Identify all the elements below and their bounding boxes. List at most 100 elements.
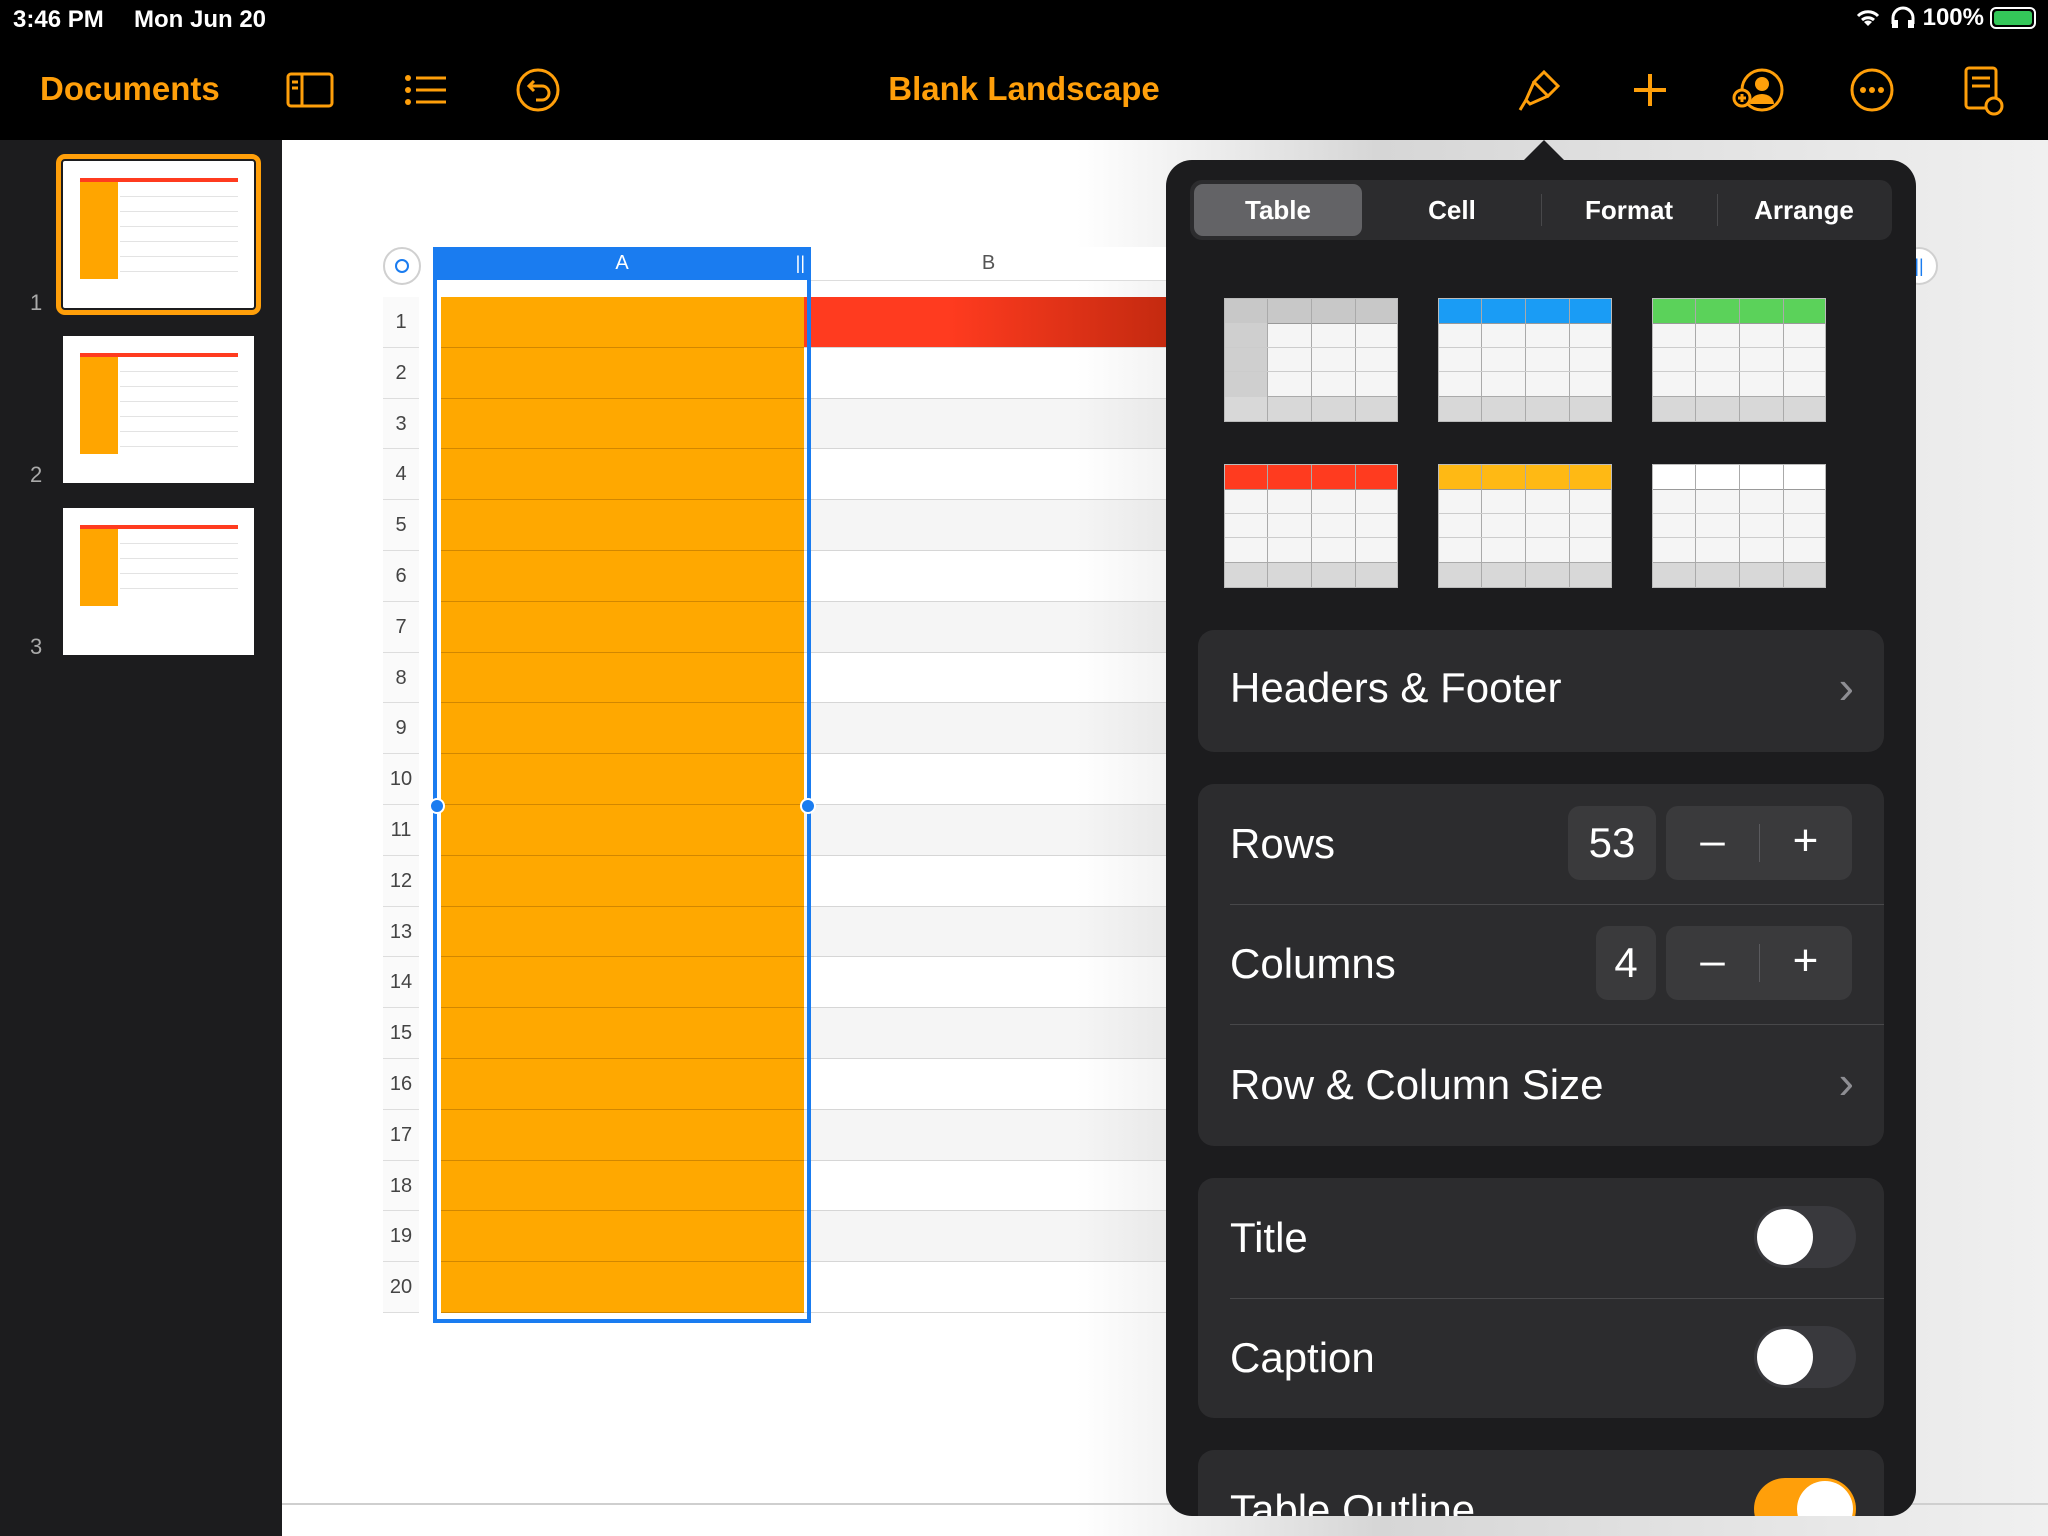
table-cell[interactable] <box>441 652 804 704</box>
table-style-blue[interactable] <box>1438 298 1612 422</box>
table-cell[interactable] <box>804 1262 1166 1313</box>
row-header[interactable]: 17 <box>383 1109 419 1161</box>
table-cell[interactable] <box>441 1160 804 1212</box>
rows-increment-button[interactable]: + <box>1759 806 1852 880</box>
headers-footer-row[interactable]: Headers & Footer › <box>1198 630 1884 752</box>
table-style-yellow[interactable] <box>1438 464 1612 588</box>
table-cell[interactable] <box>441 703 804 755</box>
tab-arrange[interactable]: Arrange <box>1718 184 1890 236</box>
table-cell[interactable] <box>441 1109 804 1161</box>
tab-cell[interactable]: Cell <box>1366 184 1538 236</box>
table-cell[interactable] <box>804 1161 1166 1212</box>
row-header[interactable]: 20 <box>383 1262 419 1313</box>
table-cell[interactable] <box>441 1059 804 1110</box>
table-cell[interactable] <box>804 601 1166 653</box>
tab-table[interactable]: Table <box>1194 184 1362 236</box>
selection-handle-right[interactable] <box>800 798 816 814</box>
table-cell[interactable] <box>441 957 804 1009</box>
table-cell[interactable] <box>804 856 1166 907</box>
column-header-b[interactable]: B <box>811 247 1166 281</box>
table-cell[interactable] <box>441 551 804 602</box>
table-cell[interactable] <box>804 1008 1166 1059</box>
table-style-gray[interactable] <box>1224 298 1398 422</box>
table-cell[interactable] <box>804 805 1166 856</box>
table-cell[interactable] <box>441 297 804 348</box>
more-icon[interactable] <box>1844 62 1900 118</box>
row-column-size-row[interactable]: Row & Column Size › <box>1198 1025 1884 1146</box>
title-toggle[interactable] <box>1754 1206 1856 1268</box>
row-header[interactable]: 2 <box>383 347 419 399</box>
rows-value[interactable]: 53 <box>1568 806 1656 880</box>
row-header[interactable]: 18 <box>383 1160 419 1212</box>
row-header[interactable]: 13 <box>383 906 419 958</box>
table-cell[interactable] <box>441 1008 804 1059</box>
table-cell[interactable] <box>441 449 804 501</box>
undo-icon[interactable] <box>510 62 566 118</box>
table-cell[interactable] <box>441 855 804 907</box>
row-header[interactable]: 4 <box>383 449 419 501</box>
tab-format[interactable]: Format <box>1542 184 1716 236</box>
row-header[interactable]: 15 <box>383 1008 419 1059</box>
documents-button[interactable]: Documents <box>40 70 220 108</box>
document-options-icon[interactable] <box>1954 62 2010 118</box>
row-header[interactable]: 8 <box>383 652 419 704</box>
plus-icon[interactable] <box>1622 62 1678 118</box>
slide-thumbnail-2[interactable] <box>63 336 254 483</box>
table-cell[interactable] <box>804 1211 1166 1263</box>
table-cell[interactable] <box>441 500 804 551</box>
row-header[interactable]: 10 <box>383 754 419 805</box>
table-cell[interactable] <box>804 500 1166 551</box>
row-header[interactable]: 5 <box>383 500 419 551</box>
columns-increment-button[interactable]: + <box>1759 926 1852 1000</box>
row-header[interactable]: 12 <box>383 855 419 907</box>
table-cell[interactable] <box>441 754 804 805</box>
column-header-a[interactable]: A || <box>433 247 811 280</box>
row-header[interactable]: 9 <box>383 703 419 755</box>
row-header[interactable]: 11 <box>383 805 419 856</box>
selection-handle-left[interactable] <box>429 798 445 814</box>
table-cell[interactable] <box>804 348 1166 399</box>
table-cell[interactable] <box>804 957 1166 1009</box>
slide-thumbnail-3[interactable] <box>63 508 254 655</box>
slide-number: 3 <box>30 634 43 659</box>
table-cell[interactable] <box>441 805 804 856</box>
row-header[interactable]: 1 <box>383 297 419 348</box>
table-cell[interactable] <box>441 347 804 399</box>
table-outline-toggle[interactable] <box>1754 1478 1856 1516</box>
table-cell[interactable] <box>804 754 1166 805</box>
caption-toggle[interactable] <box>1754 1326 1856 1388</box>
row-header[interactable]: 7 <box>383 601 419 653</box>
rows-decrement-button[interactable]: – <box>1666 806 1759 880</box>
table-cell[interactable] <box>804 1059 1166 1110</box>
table-cell[interactable] <box>804 398 1166 450</box>
table-cell[interactable] <box>804 551 1166 602</box>
table-select-handle[interactable] <box>383 247 421 285</box>
row-header[interactable]: 3 <box>383 398 419 450</box>
table-cell[interactable] <box>441 601 804 653</box>
table-cell[interactable] <box>804 1109 1166 1161</box>
table-cell[interactable] <box>441 1262 804 1313</box>
table-cell[interactable] <box>804 297 1166 348</box>
collaborate-icon[interactable] <box>1730 62 1786 118</box>
table-cell[interactable] <box>804 906 1166 958</box>
table-cell[interactable] <box>804 703 1166 755</box>
table-cell[interactable] <box>804 449 1166 501</box>
slide-thumbnail-1[interactable] <box>56 154 261 315</box>
row-header[interactable]: 16 <box>383 1059 419 1110</box>
table-style-green[interactable] <box>1652 298 1826 422</box>
table-style-red[interactable] <box>1224 464 1398 588</box>
columns-value[interactable]: 4 <box>1596 926 1656 1000</box>
columns-decrement-button[interactable]: – <box>1666 926 1759 1000</box>
table-cell[interactable] <box>441 906 804 958</box>
table-cell[interactable] <box>441 1211 804 1263</box>
row-header[interactable]: 14 <box>383 957 419 1009</box>
row-header[interactable]: 6 <box>383 551 419 602</box>
row-header[interactable]: 19 <box>383 1211 419 1263</box>
column-resize-grip[interactable]: || <box>796 247 805 280</box>
table-style-plain[interactable] <box>1652 464 1826 588</box>
table-cell[interactable] <box>804 653 1166 704</box>
table-cell[interactable] <box>441 398 804 450</box>
sidebar-icon[interactable] <box>282 62 338 118</box>
paintbrush-icon[interactable] <box>1512 62 1568 118</box>
list-icon[interactable] <box>398 62 454 118</box>
